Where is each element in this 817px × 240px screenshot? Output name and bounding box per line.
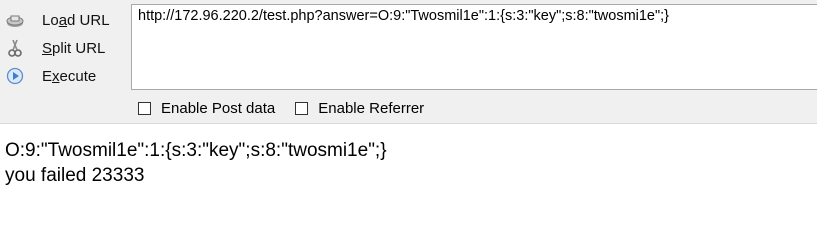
split-url-button[interactable]: Split URL: [0, 34, 130, 62]
enable-referrer-checkbox[interactable]: [295, 102, 309, 115]
execute-icon: [4, 65, 26, 87]
enable-referrer-option[interactable]: Enable Referrer: [295, 100, 424, 117]
enable-post-data-option[interactable]: Enable Post data: [138, 100, 275, 117]
output-line-message: you failed 23333: [5, 165, 145, 186]
execute-button[interactable]: Execute: [0, 62, 130, 90]
output-line-serialized: O:9:"Twosmil1e":1:{s:3:"key";s:8:"twosmi…: [5, 140, 387, 161]
execute-label: Execute: [42, 67, 97, 85]
load-url-icon: [4, 9, 26, 31]
split-url-icon: [4, 37, 26, 59]
split-url-label: Split URL: [42, 39, 106, 57]
load-url-label: Load URL: [42, 11, 110, 29]
enable-post-data-checkbox[interactable]: [138, 102, 151, 115]
enable-referrer-label: Enable Referrer: [318, 100, 425, 117]
hackbar-toolbar: Load URL Split URL Execute http://172.96…: [0, 0, 817, 124]
page-output: O:9:"Twosmil1e":1:{s:3:"key";s:8:"twosmi…: [5, 138, 387, 188]
action-list: Load URL Split URL Execute: [0, 6, 130, 90]
options-row: Enable Post data Enable Referrer: [138, 100, 444, 117]
url-input[interactable]: http://172.96.220.2/test.php?answer=O:9:…: [131, 4, 817, 90]
enable-post-data-label: Enable Post data: [161, 100, 276, 117]
load-url-button[interactable]: Load URL: [0, 6, 130, 34]
